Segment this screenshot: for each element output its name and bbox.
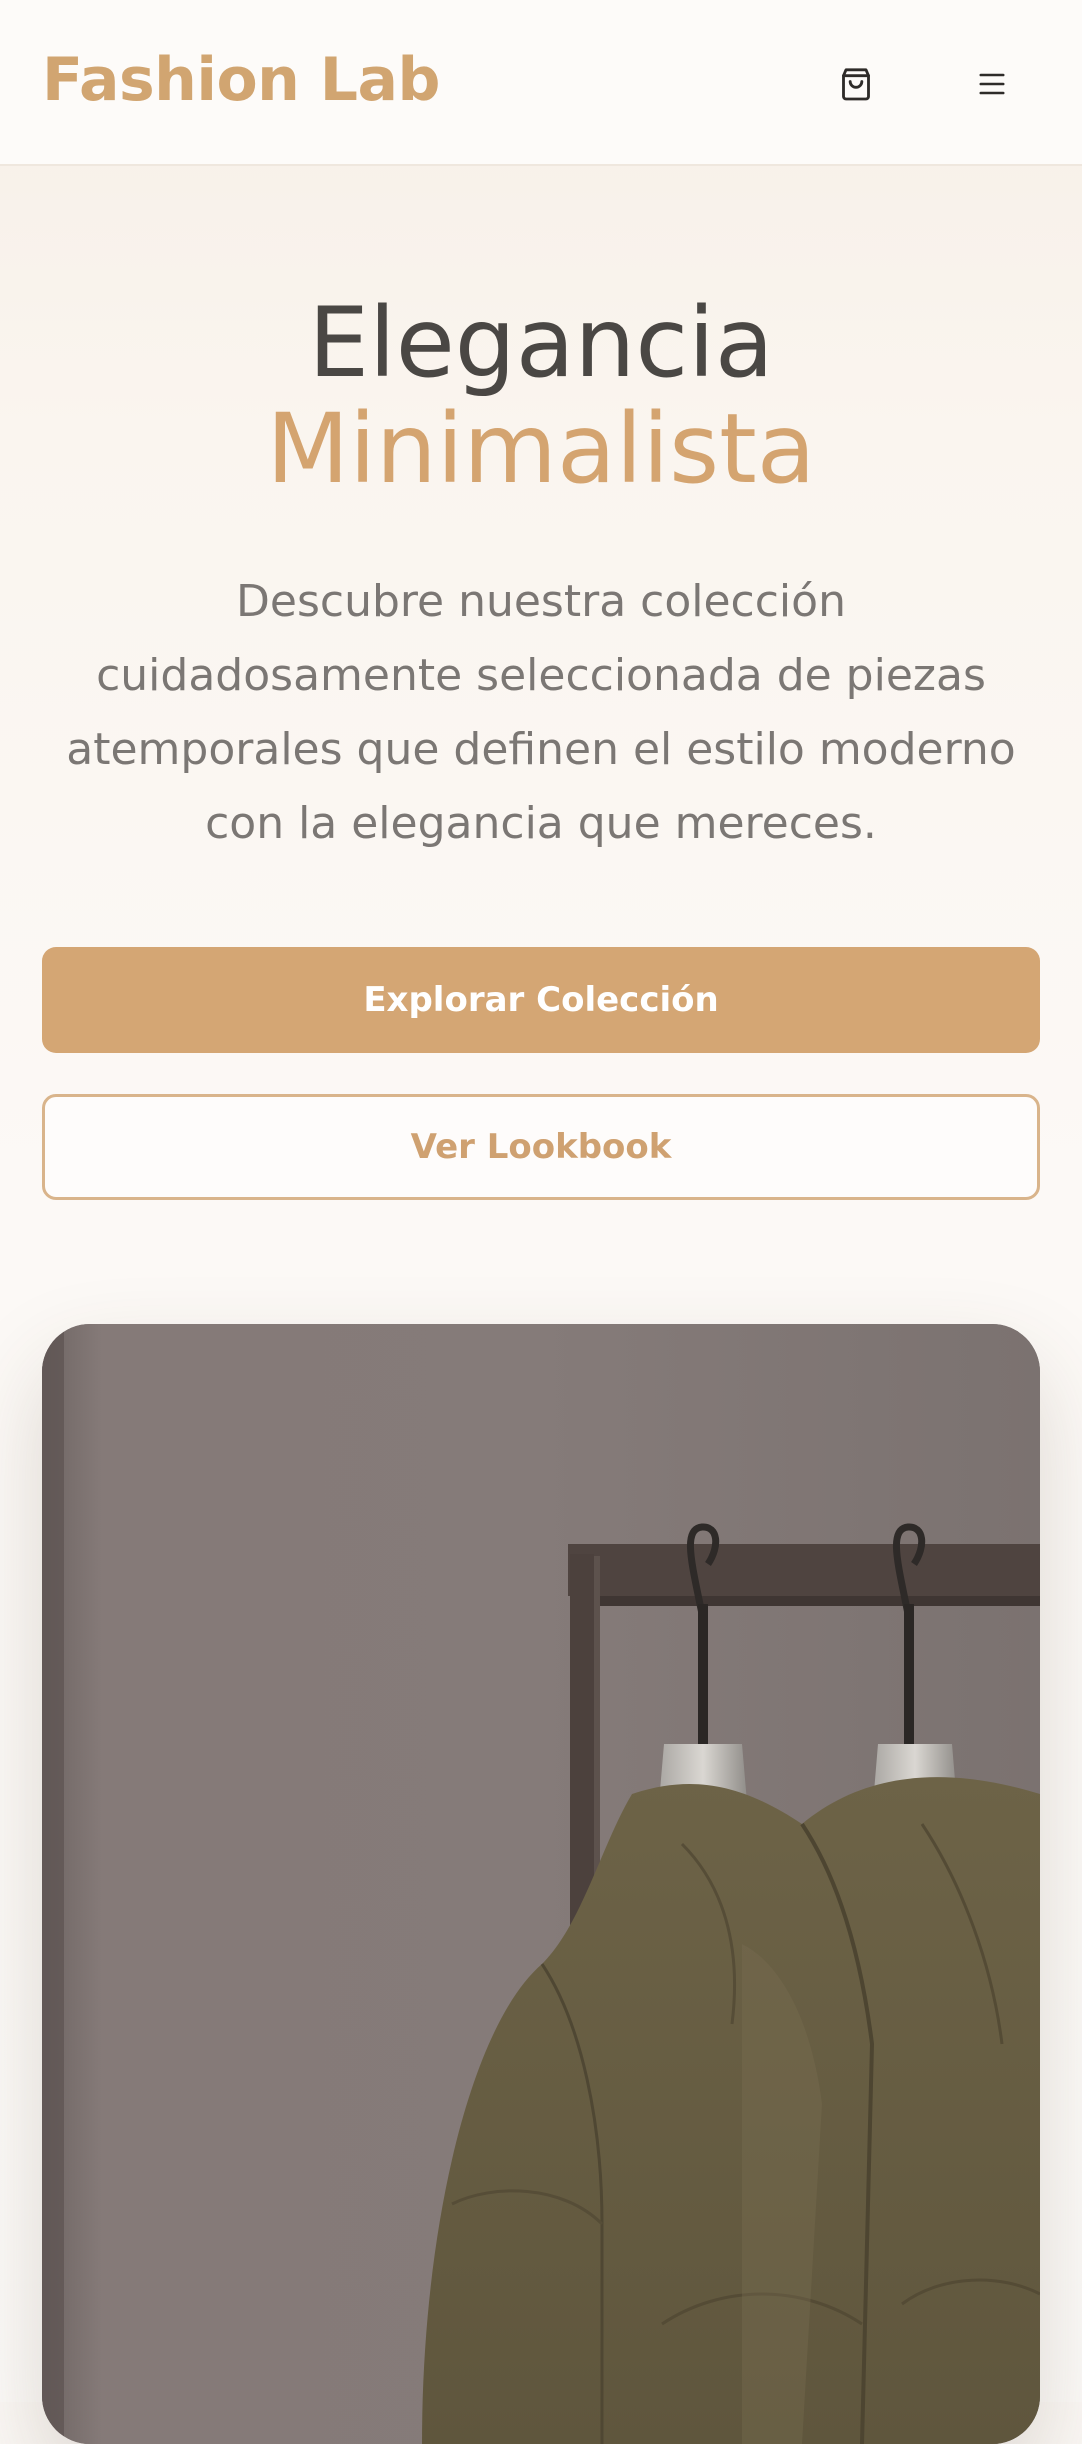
hero-title-line-2: Minimalista (266, 393, 816, 505)
explore-collection-button[interactable]: Explorar Colección (42, 947, 1040, 1053)
hero-title: Elegancia Minimalista (0, 290, 1082, 502)
hero-image (42, 1324, 1040, 2444)
clothing-rack-photo (42, 1324, 1040, 2444)
shopping-bag-icon (842, 68, 870, 101)
top-navbar: Fashion Lab (0, 0, 1082, 166)
hamburger-menu-icon (979, 73, 1005, 95)
hero-title-line-1: Elegancia (308, 287, 774, 399)
lookbook-button[interactable]: Ver Lookbook (42, 1094, 1040, 1200)
menu-button[interactable] (964, 56, 1020, 112)
brand-logo[interactable]: Fashion Lab (42, 40, 440, 120)
hero-description: Descubre nuestra colección cuidadosament… (66, 576, 1016, 849)
cart-button[interactable] (828, 56, 884, 112)
